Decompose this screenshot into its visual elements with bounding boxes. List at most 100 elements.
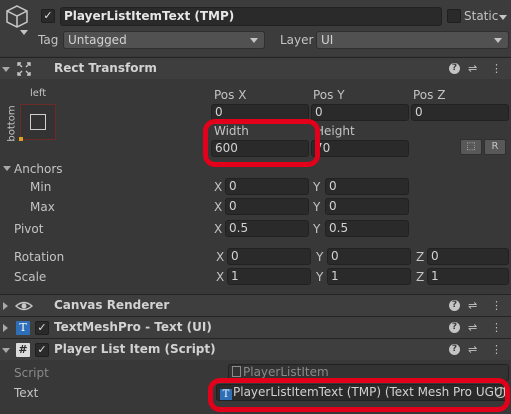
script-value: PlayerListItem (243, 365, 329, 379)
help-icon[interactable]: ? (449, 300, 460, 311)
rot-x-axis-label: X (216, 250, 225, 264)
static-checkbox[interactable] (447, 9, 461, 23)
raw-edit-button[interactable]: R (484, 139, 506, 155)
move-arrows-icon (16, 61, 32, 77)
cube-icon (4, 3, 30, 31)
height-field[interactable]: 70 (311, 140, 409, 157)
canvas-renderer-title: Canvas Renderer (54, 298, 170, 312)
pos-y-label: Pos Y (313, 88, 345, 102)
player-list-item-enabled-checkbox[interactable]: ✓ (35, 343, 49, 357)
canvas-renderer-header[interactable]: Canvas Renderer ? ⇌ ⋮ (0, 294, 511, 316)
sliders-icon[interactable]: ⇌ (468, 343, 477, 357)
anchors-label: Anchors (14, 162, 63, 176)
scale-label: Scale (14, 270, 47, 284)
layer-label: Layer (280, 33, 314, 47)
min-y-axis-label: Y (313, 180, 321, 194)
static-label: Static (464, 9, 499, 23)
scale-z-field[interactable]: 1 (427, 268, 509, 285)
textmeshpro-header[interactable]: T ✓ TextMeshPro - Text (UI) ? ⇌ ⋮ (0, 316, 511, 338)
object-name-field[interactable]: PlayerListItemText (TMP) (60, 7, 442, 26)
component-header-icons: ? ⇌ ⋮ (449, 321, 503, 335)
rot-y-axis-label: Y (316, 250, 324, 264)
sliders-icon[interactable]: ⇌ (468, 62, 477, 76)
scale-x-axis-label: X (216, 270, 225, 284)
scale-x-field[interactable]: 1 (227, 268, 311, 285)
rect-transform-title: Rect Transform (54, 61, 157, 75)
rotation-x-field[interactable]: 0 (227, 248, 311, 265)
text-label: Text (14, 386, 39, 400)
help-icon[interactable]: ? (449, 322, 460, 333)
pos-z-field[interactable]: 0 (411, 104, 509, 121)
eye-icon (14, 298, 34, 314)
min-x-axis-label: X (214, 180, 223, 194)
tmp-text-icon: T (16, 321, 30, 335)
textmeshpro-enabled-checkbox[interactable]: ✓ (35, 321, 49, 335)
min-label: Min (30, 180, 52, 194)
component-header-icons: ? ⇌ ⋮ (449, 343, 503, 357)
player-list-item-title: Player List Item (Script) (54, 342, 216, 356)
anchor-preset-square-icon (30, 114, 46, 130)
fold-expanded-icon[interactable] (2, 348, 10, 353)
layer-dropdown[interactable]: UI (316, 31, 509, 49)
static-dropdown-icon[interactable] (499, 15, 507, 20)
anchor-preset-top-label: left (30, 88, 47, 99)
textmeshpro-title: TextMeshPro - Text (UI) (54, 320, 212, 334)
kebab-menu-icon[interactable]: ⋮ (491, 299, 502, 313)
pivot-label: Pivot (14, 222, 44, 236)
component-header-icons: ? ⇌ ⋮ (449, 299, 503, 313)
scale-z-axis-label: Z (416, 270, 425, 284)
fold-collapsed-icon[interactable] (3, 302, 8, 310)
scale-y-axis-label: Y (316, 270, 324, 284)
tag-value: Untagged (68, 33, 127, 47)
sliders-icon[interactable]: ⇌ (468, 321, 477, 335)
component-header-icons: ? ⇌ ⋮ (449, 62, 503, 76)
max-x-axis-label: X (214, 200, 223, 214)
fold-collapsed-icon[interactable] (3, 324, 8, 332)
rotation-y-field[interactable]: 0 (327, 248, 411, 265)
width-highlight-ring (203, 119, 320, 167)
hash-icon: # (16, 343, 30, 357)
pivot-x-field[interactable]: 0.5 (225, 220, 309, 237)
kebab-menu-icon[interactable]: ⋮ (491, 62, 502, 76)
script-file-icon (232, 366, 241, 377)
help-icon[interactable]: ? (449, 63, 460, 74)
anchor-preset-button[interactable] (19, 104, 56, 141)
max-y-field[interactable]: 0 (325, 198, 409, 215)
pivot-x-axis-label: X (214, 222, 223, 236)
active-checkbox[interactable]: ✓ (41, 9, 55, 23)
rotation-z-field[interactable]: 0 (427, 248, 509, 265)
height-label: Height (315, 124, 355, 138)
pos-x-label: Pos X (214, 88, 247, 102)
max-label: Max (30, 200, 55, 214)
max-x-field[interactable]: 0 (225, 198, 309, 215)
min-x-field[interactable]: 0 (225, 178, 309, 195)
script-label: Script (14, 366, 49, 380)
kebab-menu-icon[interactable]: ⋮ (491, 343, 502, 357)
player-list-item-header[interactable]: # ✓ Player List Item (Script) ? ⇌ ⋮ (0, 338, 511, 360)
blueprint-mode-button[interactable]: ⬚ (460, 139, 482, 155)
pivot-y-axis-label: Y (313, 222, 321, 236)
rotation-label: Rotation (14, 250, 65, 264)
anchor-dot-icon (19, 137, 23, 141)
kebab-menu-icon[interactable]: ⋮ (491, 321, 502, 335)
rot-z-axis-label: Z (416, 250, 425, 264)
help-icon[interactable]: ? (449, 344, 460, 355)
min-y-field[interactable]: 0 (325, 178, 409, 195)
fold-expanded-icon[interactable] (2, 67, 10, 72)
scale-y-field[interactable]: 1 (327, 268, 411, 285)
tag-label: Tag (38, 33, 59, 47)
fold-expanded-icon[interactable] (3, 166, 11, 171)
layer-value: UI (321, 33, 334, 47)
text-field-highlight-ring (208, 378, 510, 412)
rect-transform-header[interactable]: Rect Transform ? ⇌ ⋮ (0, 57, 511, 79)
chevron-down-icon (250, 38, 258, 43)
gameobject-header: ✓ PlayerListItemText (TMP) Static Tag Un… (0, 0, 511, 56)
max-y-axis-label: Y (313, 200, 321, 214)
chevron-down-icon (494, 38, 502, 43)
chevron-down-icon[interactable] (20, 30, 28, 35)
pos-y-field[interactable]: 0 (311, 104, 409, 121)
pivot-y-field[interactable]: 0.5 (325, 220, 409, 237)
tag-dropdown[interactable]: Untagged (63, 31, 265, 49)
sliders-icon[interactable]: ⇌ (468, 299, 477, 313)
pos-z-label: Pos Z (413, 88, 446, 102)
